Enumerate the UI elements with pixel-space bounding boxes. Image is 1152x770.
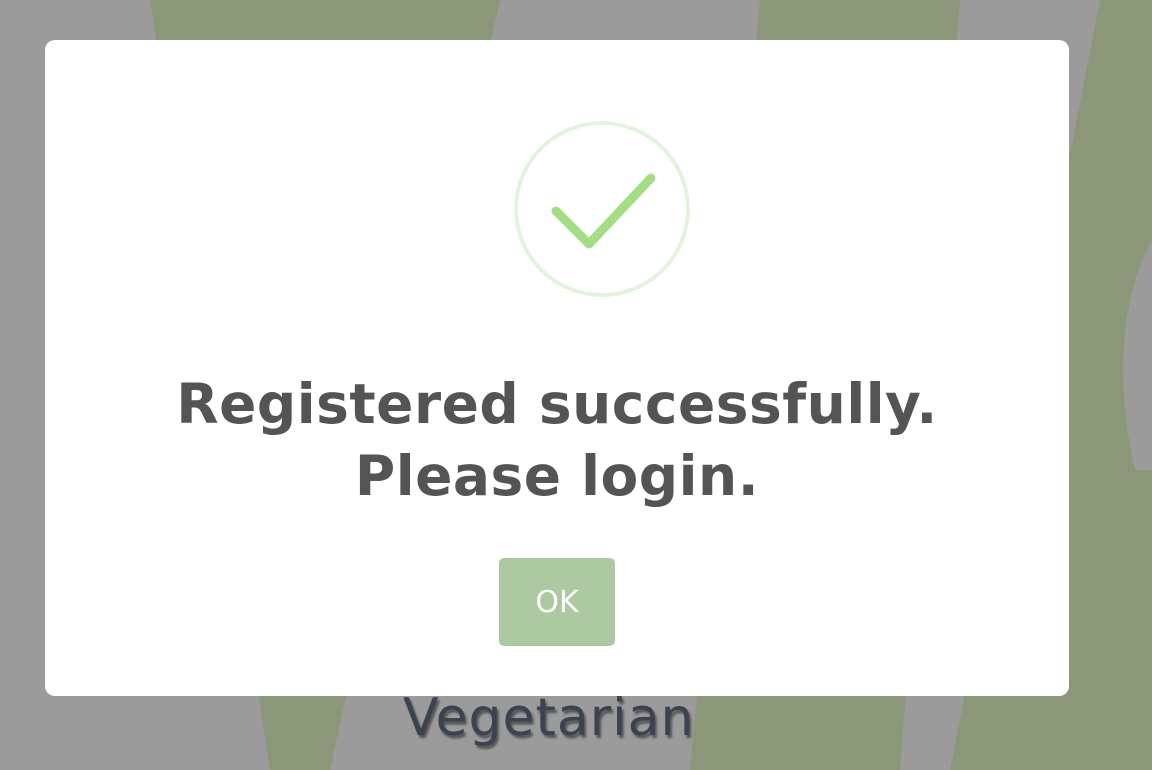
message-line-registered: Registered successfully. <box>176 372 938 436</box>
message-line-login: Please login. <box>354 444 760 508</box>
success-dialog: Registered successfully. Please login. O… <box>45 40 1069 696</box>
dialog-message: Registered successfully. Please login. <box>45 368 1069 512</box>
ok-button[interactable]: OK <box>499 558 615 646</box>
success-checkmark-icon <box>514 121 690 297</box>
